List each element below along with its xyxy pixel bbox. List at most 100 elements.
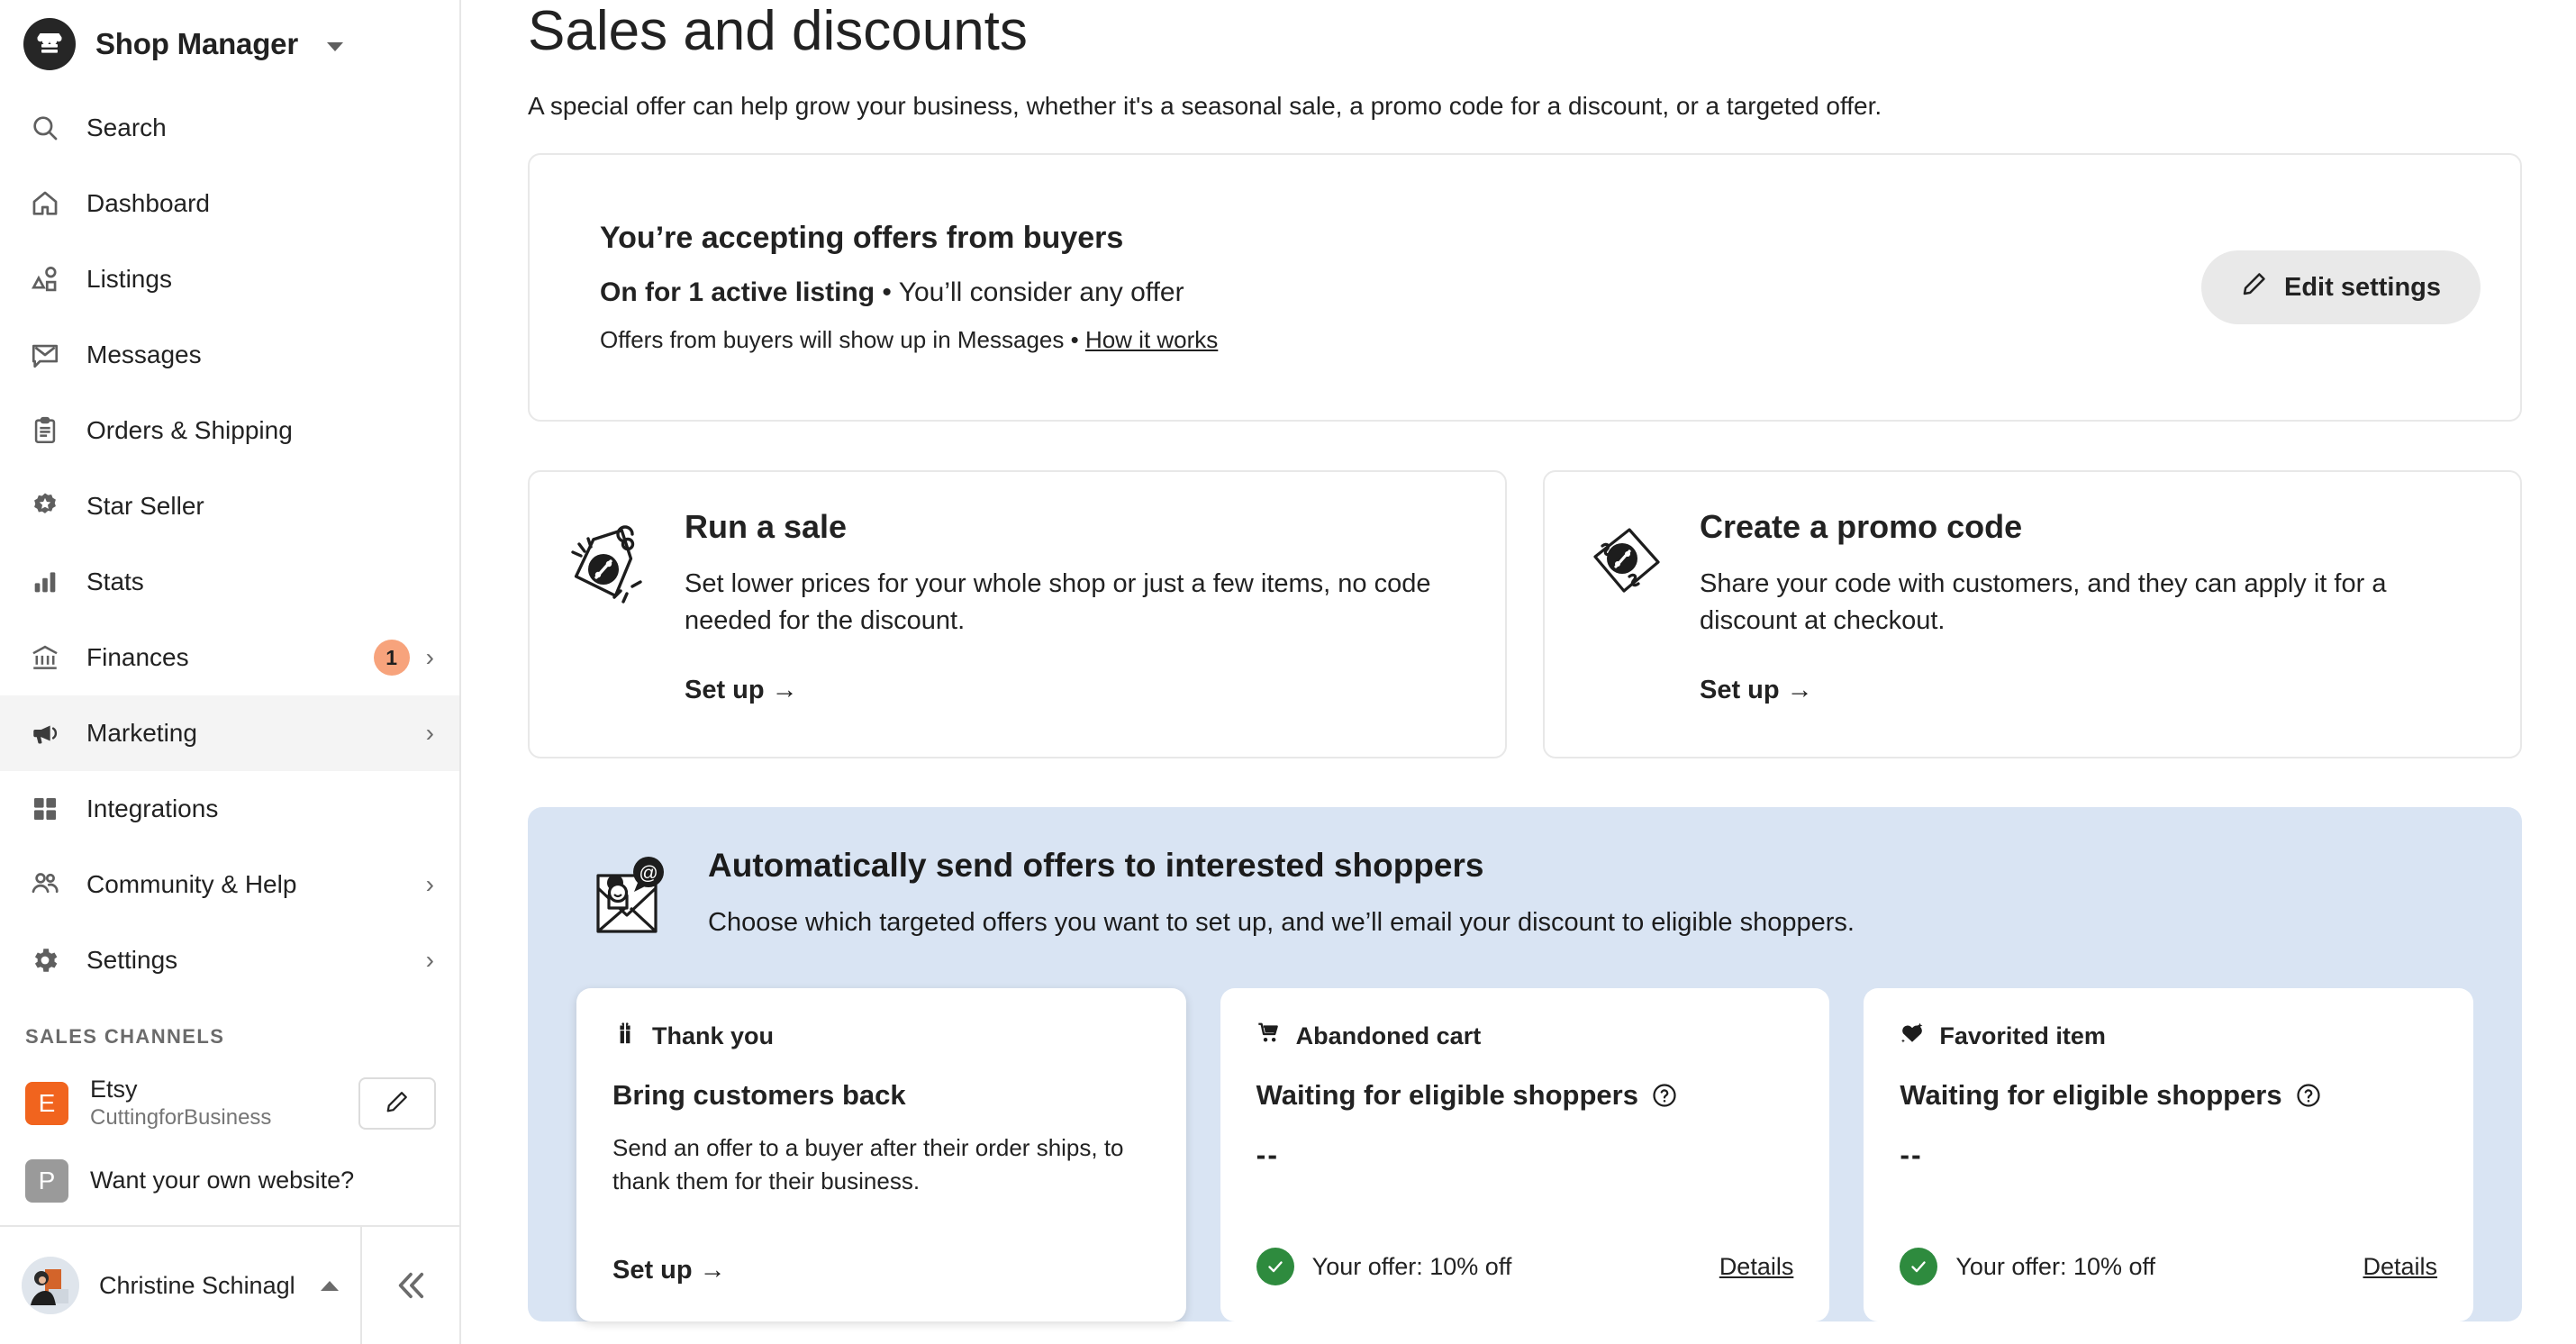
help-circle-icon[interactable] [2295,1082,2322,1109]
sidebar-item-orders-shipping[interactable]: Orders & Shipping [0,393,459,468]
svg-text:@: @ [639,863,658,884]
avatar [22,1257,79,1314]
coupon-percent-icon [1579,508,1676,717]
offer-heading-text: Waiting for eligible shoppers [1900,1079,2282,1111]
shop-manager-header[interactable]: Shop Manager [0,0,459,86]
sidebar-item-messages[interactable]: Messages [0,317,459,393]
auto-offer-cards-row: Thank you Bring customers back Send an o… [567,988,2482,1321]
email-person-icon: @ [585,847,679,943]
bank-icon [25,642,65,673]
sidebar-footer: Christine Schinagl [0,1225,459,1344]
auto-offers-description: Choose which targeted offers you want to… [708,908,1855,937]
etsy-badge: E [25,1082,68,1125]
offer-setup-link[interactable]: Set up → [612,1256,1150,1285]
check-circle-icon [1256,1248,1294,1285]
chevron-down-icon[interactable] [326,42,343,51]
accepting-offers-status: On for 1 active listing • You’ll conside… [600,277,2201,308]
sidebar-item-star-seller[interactable]: Star Seller [0,468,459,544]
sidebar-item-label: Settings [86,946,178,974]
chevron-up-icon[interactable] [321,1280,339,1291]
clipboard-icon [25,415,65,446]
main-content: Sales and discounts A special offer can … [461,0,2576,1344]
user-menu[interactable]: Christine Schinagl [0,1227,362,1344]
create-promo-code-description: Share your code with customers, and they… [1700,569,2387,636]
offer-kicker: Abandoned cart [1256,1021,1794,1052]
page-subtitle: A special offer can help grow your busin… [528,92,1882,120]
create-promo-code-card[interactable]: Create a promo code Share your code with… [1543,470,2522,758]
chevron-right-icon[interactable]: › [426,948,434,973]
pattern-badge: P [25,1159,68,1203]
sidebar-item-integrations[interactable]: Integrations [0,771,459,847]
check-circle-icon [1900,1248,1938,1285]
gear-icon [25,945,65,976]
grid-icon [25,794,65,824]
collapse-sidebar-button[interactable] [362,1227,459,1344]
offer-details-link[interactable]: Details [1719,1253,1794,1281]
how-it-works-link[interactable]: How it works [1085,326,1218,353]
offer-card-thank-you[interactable]: Thank you Bring customers back Send an o… [576,988,1186,1321]
offer-kicker-label: Abandoned cart [1295,1022,1482,1049]
offer-kicker-label: Thank you [652,1022,775,1049]
sidebar-item-community-help[interactable]: Community & Help › [0,847,459,922]
chevron-right-icon[interactable]: › [426,645,434,670]
app-root: Shop Manager Search Dashboard Listings M… [0,0,2576,1344]
offer-details-link[interactable]: Details [2363,1253,2437,1281]
offer-heading-text: Bring customers back [612,1079,906,1111]
offer-footer: Your offer: 10% off Details [1256,1221,1794,1285]
run-a-sale-card[interactable]: Run a sale Set lower prices for your who… [528,470,1507,758]
sidebar-item-dashboard[interactable]: Dashboard [0,166,459,241]
chevron-right-icon[interactable]: › [426,872,434,897]
sidebar-item-settings[interactable]: Settings › [0,922,459,998]
offer-value: Your offer: 10% off [1311,1252,1512,1280]
channel-name: Etsy [90,1075,138,1103]
feature-cards-row: Run a sale Set lower prices for your who… [528,470,2522,758]
channel-text: Want your own website? [90,1167,436,1194]
edit-channel-button[interactable] [358,1077,436,1130]
offer-card-favorited-item[interactable]: Favorited item Waiting for eligible shop… [1864,988,2474,1321]
create-promo-code-setup-link[interactable]: Set up → [1700,676,1813,705]
accepting-offers-status-rest: • You’ll consider any offer [875,277,1184,307]
offer-heading: Bring customers back [612,1079,1150,1112]
run-a-sale-description: Set lower prices for your whole shop or … [685,569,1431,636]
pencil-icon [385,1089,410,1119]
offer-value: Your offer: 10% off [1955,1252,2156,1280]
auto-offers-heading: Automatically send offers to interested … [708,847,1484,884]
sidebar-item-marketing[interactable]: Marketing › [0,695,459,771]
sidebar-item-label: Orders & Shipping [86,416,293,444]
sales-channel-website[interactable]: P Want your own website? [0,1142,459,1220]
channel-text: Etsy CuttingforBusiness [90,1076,358,1131]
auto-offers-header: @ Automatically send offers to intereste… [567,847,2482,943]
create-promo-code-title: Create a promo code [1700,508,2023,545]
user-name: Christine Schinagl [99,1271,295,1299]
sidebar-item-label: Marketing [86,719,197,747]
sidebar-item-label: Finances [86,643,189,671]
envelope-icon [25,340,65,370]
sales-channel-etsy[interactable]: E Etsy CuttingforBusiness [0,1065,459,1142]
shopping-cart-icon [1256,1021,1282,1052]
run-a-sale-setup-link[interactable]: Set up → [685,676,798,705]
sidebar-item-finances[interactable]: Finances 1 › [0,620,459,695]
chevron-right-icon[interactable]: › [426,721,434,746]
sidebar-item-stats[interactable]: Stats [0,544,459,620]
create-promo-code-body: Create a promo code Share your code with… [1700,508,2481,717]
auto-offers-panel: @ Automatically send offers to intereste… [528,807,2522,1321]
offer-description: Send an offer to a buyer after their ord… [612,1134,1124,1194]
sidebar-item-listings[interactable]: Listings [0,241,459,317]
offer-heading: Waiting for eligible shoppers [1256,1079,1794,1112]
run-a-sale-title: Run a sale [685,508,848,545]
sidebar: Shop Manager Search Dashboard Listings M… [0,0,461,1344]
sidebar-item-search[interactable]: Search [0,90,459,166]
accepting-offers-note: Offers from buyers will show up in Messa… [600,326,2201,354]
home-icon [25,188,65,219]
people-icon [25,869,65,900]
edit-settings-button[interactable]: Edit settings [2200,250,2481,324]
run-a-sale-body: Run a sale Set lower prices for your who… [685,508,1465,717]
offer-metric: -- [1256,1139,1279,1171]
offer-card-abandoned-cart[interactable]: Abandoned cart Waiting for eligible shop… [1220,988,1830,1321]
channel-shop-name: CuttingforBusiness [90,1104,272,1130]
finances-badge: 1 [373,640,410,676]
accepting-offers-text: You’re accepting offers from buyers On f… [600,221,2201,354]
bar-chart-icon [25,567,65,597]
accepting-offers-status-strong: On for 1 active listing [600,277,875,307]
help-circle-icon[interactable] [1651,1082,1678,1109]
